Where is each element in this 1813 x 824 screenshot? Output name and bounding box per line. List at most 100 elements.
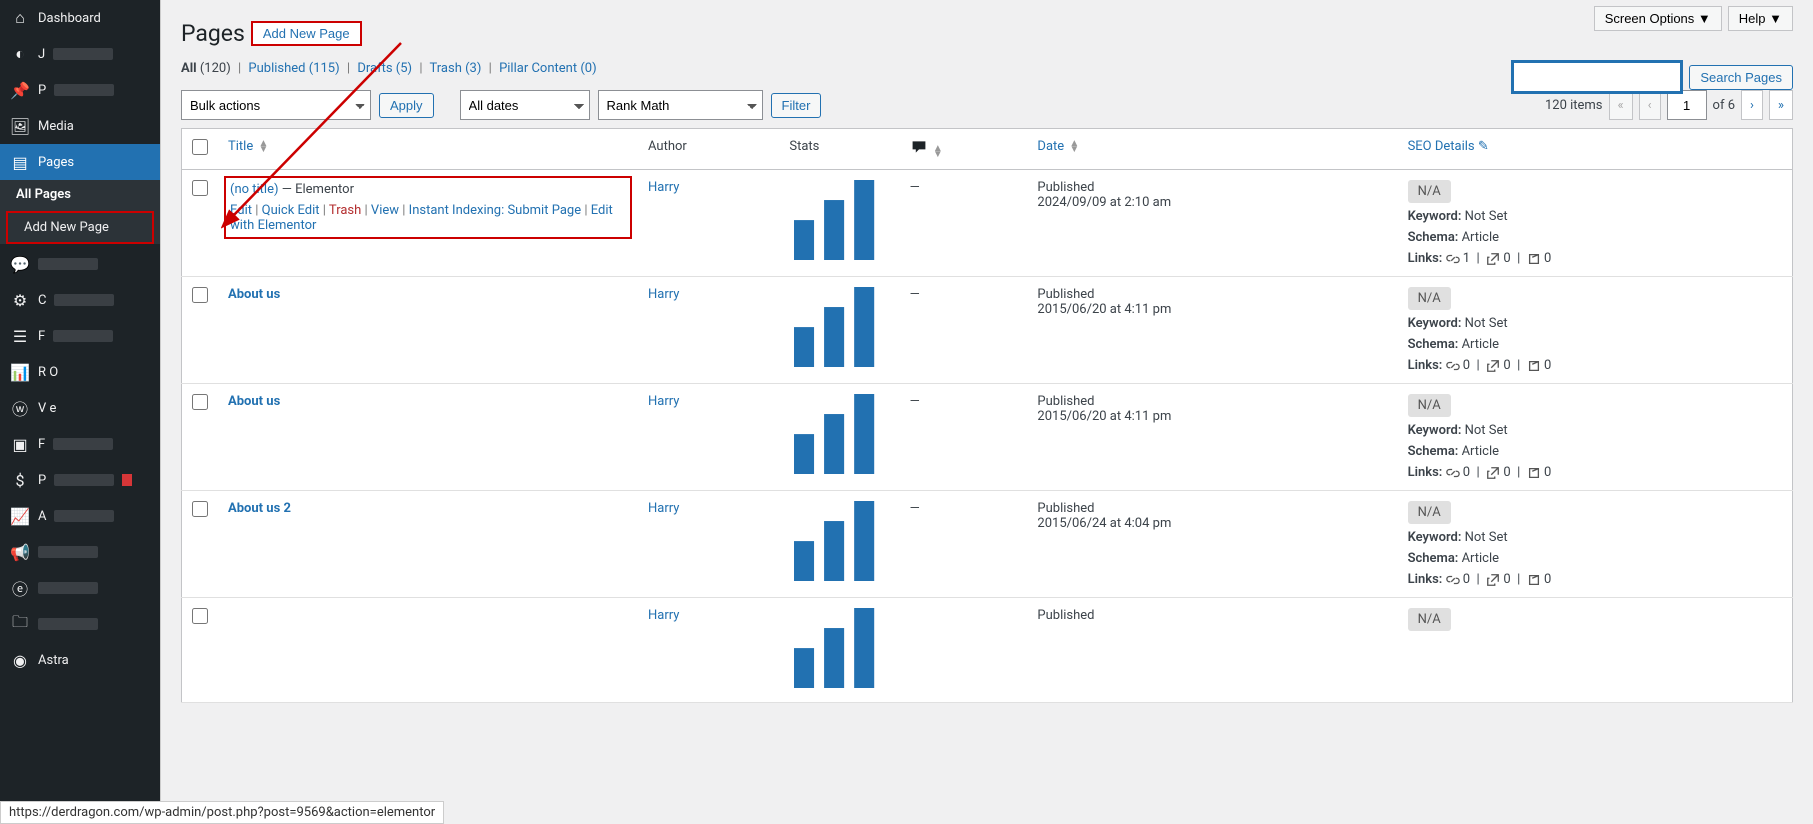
col-comments[interactable]: ▲▼ [900, 129, 1028, 170]
row-checkbox[interactable] [192, 287, 208, 303]
action-view[interactable]: View [371, 203, 399, 218]
menu-comments[interactable]: 💬 [0, 246, 160, 282]
menu-item[interactable]: $P [0, 462, 160, 498]
stats-icon [789, 394, 889, 474]
menu-item[interactable]: ☰F [0, 318, 160, 354]
menu-item[interactable]: ▣F [0, 426, 160, 462]
astra-icon: ◉ [10, 650, 30, 670]
menu-item[interactable]: 📢 [0, 534, 160, 570]
row-checkbox[interactable] [192, 180, 208, 196]
page-first-button[interactable]: « [1609, 90, 1633, 120]
menu-item[interactable]: ⚙C [0, 282, 160, 318]
menu-media[interactable]: 🖼Media [0, 108, 160, 144]
menu-astra[interactable]: ◉ Astra [0, 642, 160, 678]
page-title: Pages [181, 20, 245, 47]
menu-label: Dashboard [38, 11, 101, 26]
bulk-actions-select[interactable]: Bulk actions [181, 90, 371, 120]
col-author: Author [638, 129, 779, 170]
stats-cell[interactable] [779, 491, 899, 598]
menu-item[interactable]: 📈A [0, 498, 160, 534]
col-seo[interactable]: SEO Details ✎ [1408, 139, 1489, 154]
page-current-input[interactable] [1667, 90, 1707, 120]
seo-select[interactable]: Rank Math [598, 90, 763, 120]
page-title-link[interactable]: About us [228, 394, 280, 409]
date-cell: Published2015/06/20 at 4:11 pm [1027, 384, 1397, 491]
stats-cell[interactable] [779, 170, 899, 277]
author-link[interactable]: Harry [648, 608, 679, 623]
top-buttons: Screen Options ▼ Help ▼ [1594, 6, 1793, 31]
stats-icon [789, 608, 889, 688]
dates-select[interactable]: All dates [460, 90, 590, 120]
page-prev-button[interactable]: ‹ [1639, 90, 1661, 120]
gauge-icon: ⌂ [10, 8, 30, 28]
select-all-checkbox[interactable] [192, 139, 208, 155]
menu-item[interactable]: 🗀 [0, 606, 160, 642]
filter-all[interactable]: All [181, 61, 197, 76]
comments-cell: — [900, 384, 1028, 491]
elementor-icon: ⓔ [10, 578, 30, 598]
menu-item[interactable]: ◐J [0, 36, 160, 72]
action-quick-edit[interactable]: Quick Edit [262, 203, 320, 218]
search-area: Search Pages [1513, 62, 1793, 92]
date-cell: Published2015/06/24 at 4:04 pm [1027, 491, 1397, 598]
filter-button[interactable]: Filter [771, 93, 822, 118]
seo-badge: N/A [1408, 394, 1451, 417]
menu-label: Astra [38, 653, 69, 668]
sort-icon: ▲▼ [1069, 141, 1079, 153]
stats-cell[interactable] [779, 598, 899, 703]
table-row: About usHarry—Published2015/06/20 at 4:1… [182, 277, 1793, 384]
author-link[interactable]: Harry [648, 501, 679, 516]
chart-icon: 📊 [10, 362, 30, 382]
row-checkbox[interactable] [192, 608, 208, 624]
row-checkbox[interactable] [192, 501, 208, 517]
action-trash[interactable]: Trash [329, 203, 361, 218]
page-title-link[interactable]: (no title) [230, 182, 279, 197]
menu-pages[interactable]: ▤Pages [0, 144, 160, 180]
page-title-link[interactable]: About us [228, 287, 280, 302]
submenu-all-pages[interactable]: All Pages [0, 180, 160, 209]
filter-trash[interactable]: Trash (3) [430, 61, 482, 76]
filter-pillar[interactable]: Pillar Content (0) [499, 61, 597, 76]
search-input[interactable] [1513, 62, 1681, 92]
filter-row: Bulk actions Apply All dates Rank Math F… [181, 90, 1793, 120]
menu-item[interactable]: ⓦV e [0, 390, 160, 426]
gear-icon: ⚙ [10, 290, 30, 310]
author-link[interactable]: Harry [648, 180, 679, 195]
stats-cell[interactable] [779, 277, 899, 384]
row-checkbox[interactable] [192, 394, 208, 410]
menu-posts[interactable]: 📌P [0, 72, 160, 108]
main-content: Screen Options ▼ Help ▼ Pages Add New Pa… [160, 0, 1813, 824]
action-instant-indexing[interactable]: Instant Indexing: Submit Page [409, 203, 581, 218]
author-link[interactable]: Harry [648, 394, 679, 409]
col-title[interactable]: Title ▲▼ [228, 139, 268, 154]
help-button[interactable]: Help ▼ [1728, 6, 1793, 31]
stats-cell[interactable] [779, 384, 899, 491]
pages-table: Title ▲▼ Author Stats ▲▼ Date ▲▼ SEO Det… [181, 128, 1793, 703]
screen-options-button[interactable]: Screen Options ▼ [1594, 6, 1722, 31]
action-edit[interactable]: Edit [230, 203, 252, 218]
page-last-button[interactable]: » [1769, 90, 1793, 120]
table-row: HarryPublishedN/A [182, 598, 1793, 703]
add-new-page-button[interactable]: Add New Page [251, 21, 362, 46]
author-link[interactable]: Harry [648, 287, 679, 302]
col-date[interactable]: Date ▲▼ [1037, 139, 1079, 154]
page-header: Pages Add New Page [181, 20, 1793, 47]
item-count: 120 items [1545, 98, 1603, 113]
submenu-add-new[interactable]: Add New Page [6, 211, 154, 244]
status-bar: https://derdragon.com/wp-admin/post.php?… [0, 801, 444, 824]
page-next-button[interactable]: › [1741, 90, 1763, 120]
filter-drafts[interactable]: Drafts (5) [357, 61, 412, 76]
apply-button[interactable]: Apply [379, 93, 434, 118]
folder-icon: 🗀 [10, 614, 30, 634]
dollar-icon: $ [10, 470, 30, 490]
table-row: About us 2Harry—Published2015/06/24 at 4… [182, 491, 1793, 598]
pagination: 120 items « ‹ of 6 › » [1545, 90, 1793, 120]
menu-dashboard[interactable]: ⌂ Dashboard [0, 0, 160, 36]
media-icon: 🖼 [10, 116, 30, 136]
admin-sidebar: ⌂ Dashboard ◐J 📌P 🖼Media ▤Pages All Pages… [0, 0, 160, 824]
search-button[interactable]: Search Pages [1689, 65, 1793, 90]
menu-item[interactable]: 📊R O [0, 354, 160, 390]
page-title-link[interactable]: About us 2 [228, 501, 291, 516]
filter-published[interactable]: Published (115) [248, 61, 339, 76]
menu-item[interactable]: ⓔ [0, 570, 160, 606]
